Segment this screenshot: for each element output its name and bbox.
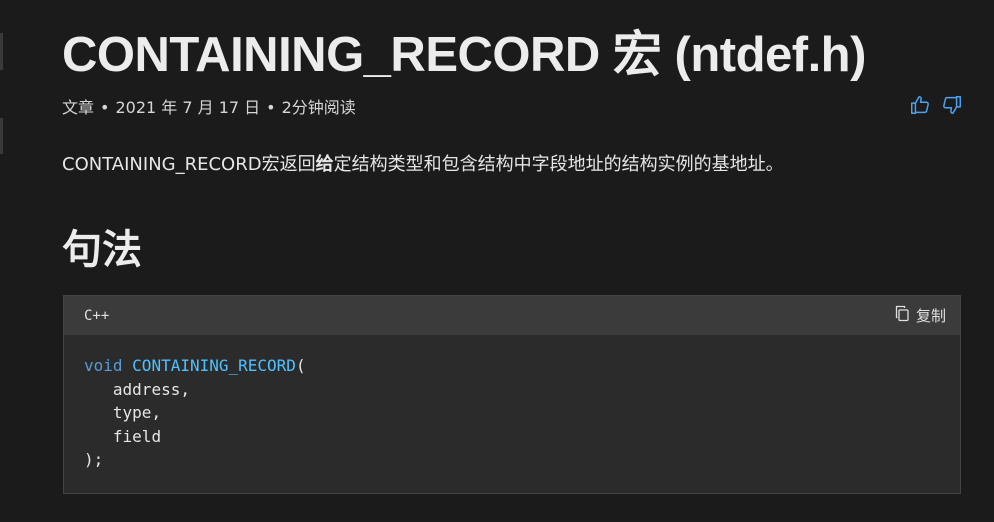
feedback-group (908, 95, 964, 119)
code-block: C++ 复制 void CONTAINING_RECORD( address, … (63, 295, 961, 494)
thumbs-up-icon (909, 94, 931, 120)
thumbs-down-icon (941, 94, 963, 120)
description-text-start: CONTAINING_RECORD宏返回 (62, 154, 316, 175)
like-button[interactable] (908, 95, 932, 119)
description-bold-char: 给 (315, 154, 334, 175)
code-content: void CONTAINING_RECORD( address, type, f… (64, 335, 960, 472)
left-edge-marker (0, 33, 3, 70)
copy-label: 复制 (915, 307, 946, 325)
code-param: address, (112, 379, 190, 399)
meta-separator: • (100, 98, 110, 117)
article-type: 文章 (62, 98, 95, 117)
copy-icon (894, 305, 910, 326)
meta-separator: • (266, 98, 276, 117)
code-close: ); (84, 450, 104, 469)
page-title: CONTAINING_RECORD 宏 (ntdef.h) (62, 28, 866, 82)
code-open-paren: ( (295, 356, 306, 375)
description-text-end: 定结构类型和包含结构中字段地址的结构实例的基地址。 (333, 154, 784, 175)
copy-button[interactable]: 复制 (894, 305, 946, 326)
dislike-button[interactable] (940, 95, 964, 119)
article-date: 2021 年 7 月 17 日 (115, 98, 261, 117)
code-keyword: void (84, 356, 123, 375)
code-function-name: CONTAINING_RECORD (132, 356, 296, 375)
code-param: type, (112, 403, 162, 422)
read-time: 2分钟阅读 (281, 98, 356, 117)
code-header: C++ 复制 (64, 296, 960, 335)
code-param: field (112, 426, 162, 446)
left-edge-marker (0, 118, 3, 154)
description: CONTAINING_RECORD宏返回给定结构类型和包含结构中字段地址的结构实… (62, 152, 784, 178)
code-language-label: C++ (84, 307, 110, 324)
syntax-heading: 句法 (62, 227, 142, 273)
article-meta: 文章 • 2021 年 7 月 17 日 • 2分钟阅读 (62, 96, 356, 120)
